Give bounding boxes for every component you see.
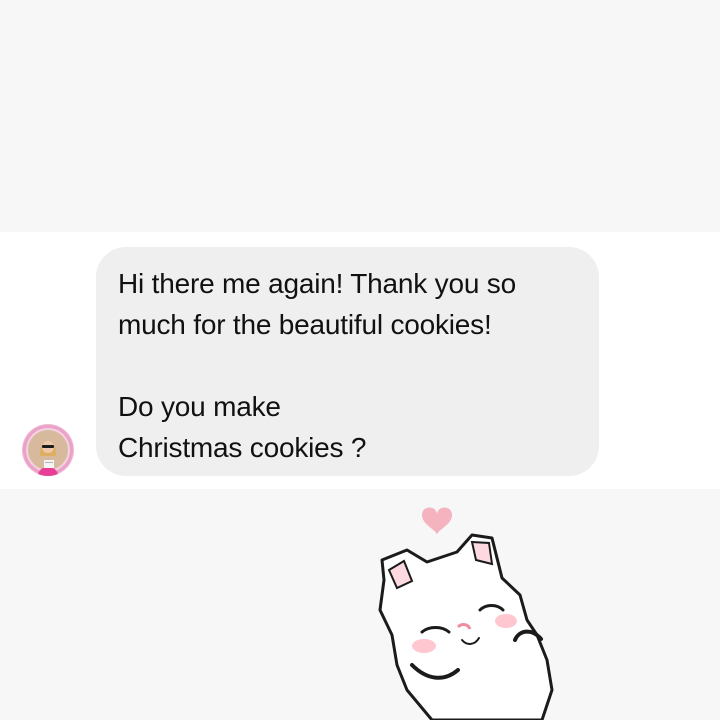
message-paragraph-2: Do you make Christmas cookies ?: [118, 391, 367, 463]
cat-sticker-icon[interactable]: [372, 500, 572, 720]
chat-background-bottom: [0, 489, 720, 720]
profile-photo-icon: [23, 425, 73, 476]
chat-background-top: [0, 0, 720, 232]
sender-avatar[interactable]: [22, 424, 74, 476]
message-paragraph-1: Hi there me again! Thank you so much for…: [118, 268, 516, 340]
incoming-message-bubble[interactable]: Hi there me again! Thank you so much for…: [96, 247, 599, 476]
message-paragraph-gap: [118, 345, 575, 386]
